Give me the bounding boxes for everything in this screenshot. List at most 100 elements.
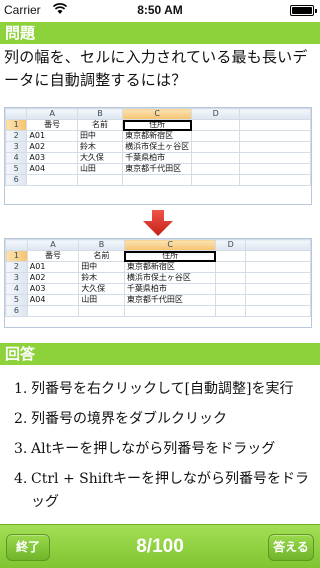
cell: 田中 [78,261,125,273]
answer-text: Ctrl + Shiftキーを押しながら列番号をドラッグ [31,471,310,510]
column-header-c: C [122,108,193,120]
cell: 住所 [123,250,217,262]
answer-text: Altキーを押しながら列番号をドラッグ [31,441,276,457]
cell: 東京都新宿区 [123,261,217,273]
cell: 大久保 [78,283,125,295]
cell [26,174,78,186]
column-header-d: D [215,239,247,251]
cell: 名前 [76,119,124,131]
table-row: 5 A04 山田 東京都千代田区 [5,294,311,306]
row-header: 5 [5,294,28,306]
cell [239,152,311,164]
cell [215,305,247,317]
column-header-row: A B C D [5,239,311,251]
table-row: 6 [5,305,311,317]
answer-option-4[interactable]: 4. Ctrl + Shiftキーを押しながら列番号をドラッグ [0,468,320,514]
cell [239,163,311,175]
column-header-b: B [78,239,125,251]
cell [215,250,247,262]
down-arrow-icon [143,210,173,236]
cell: 田中 [76,130,124,142]
cell: 鈴木 [76,141,124,153]
row-header: 4 [5,283,28,295]
corner-cell [4,108,28,120]
question-header: 問題 [0,22,320,44]
status-time: 8:50 AM [137,3,183,17]
cell [239,141,311,153]
table-row: 2 A01 田中 東京都新宿区 [5,261,311,273]
table-row: 2 A01 田中 東京都新宿区 [4,130,311,142]
answer-number: 3. [14,441,28,457]
row-header: 1 [5,250,28,262]
table-row: 4 A03 大久保 千葉県柏市 [5,283,311,295]
cell: A03 [26,152,78,164]
table-row: 3 A02 鈴木 横浜市保土ヶ谷区 [4,141,311,153]
answer-number: 4. [14,471,28,487]
column-header-empty [245,239,311,251]
column-header-row: A B C D [4,108,311,120]
cell [215,272,247,284]
row-header: 5 [4,163,28,175]
question-text: 列の幅を、セルに入力されている最も長いデータに自動調整するには？ [4,48,308,89]
cell: 横浜市保土ヶ谷区 [123,272,217,284]
cell [245,305,311,317]
answer-option-2[interactable]: 2. 列番号の境界をダブルクリック [0,408,320,431]
battery-icon [290,5,317,16]
table-row: 1 番号 名前 住所 [4,119,311,131]
answer-text: 列番号を右クリックして[自動調整]を実行 [31,381,294,397]
table-row: 1 番号 名前 住所 [5,250,311,262]
cell: 鈴木 [78,272,125,284]
row-header: 6 [4,174,28,186]
spreadsheet-after-table: A B C D 1 番号 名前 住所 2 A01 田中 東京都新宿区 3 A02… [5,239,311,317]
cell [191,152,241,164]
cell [239,174,311,186]
row-header: 2 [5,261,28,273]
table-row: 3 A02 鈴木 横浜市保土ヶ谷区 [5,272,311,284]
cell: 千葉県柏市 [123,283,217,295]
cell [191,119,241,131]
cell: 番号 [26,119,78,131]
cell [191,163,241,175]
answer-text: 列番号の境界をダブルクリック [31,411,227,427]
cell [239,119,311,131]
answer-list: 1. 列番号を右クリックして[自動調整]を実行 2. 列番号の境界をダブルクリッ… [0,378,320,521]
cell [245,261,311,273]
column-header-d: D [191,108,241,120]
cell [78,305,125,317]
column-header-a: A [26,108,78,120]
cell [191,130,241,142]
answer-option-3[interactable]: 3. Altキーを押しながら列番号をドラッグ [0,438,320,461]
status-bar: Carrier 8:50 AM [0,0,320,20]
row-header: 2 [4,130,28,142]
answer-number: 1. [14,381,28,397]
cell [123,305,217,317]
cell: A04 [26,163,78,175]
answer-option-1[interactable]: 1. 列番号を右クリックして[自動調整]を実行 [0,378,320,401]
quit-button[interactable]: 終了 [6,534,50,561]
cell [245,294,311,306]
table-row: 5 A04 山田 東京都千代田区 [4,163,311,175]
cell: A02 [26,272,80,284]
cell: A03 [26,283,80,295]
cell [245,283,311,295]
cell: 山田 [76,163,124,175]
cell [26,305,80,317]
row-header: 3 [4,141,28,153]
cell [191,141,241,153]
cell [76,174,124,186]
answer-button[interactable]: 答える [268,534,314,561]
cell [215,294,247,306]
row-header: 3 [5,272,28,284]
cell [239,130,311,142]
row-header: 1 [4,119,28,131]
cell: 東京都千代田区 [123,294,217,306]
answer-header: 回答 [0,343,320,365]
row-header: 4 [4,152,28,164]
table-row: 4 A03 大久保 千葉県柏市 [4,152,311,164]
cell: 番号 [26,250,80,262]
cell: A01 [26,261,80,273]
cell [215,283,247,295]
cell [245,272,311,284]
cell [245,250,311,262]
corner-cell [5,239,28,251]
